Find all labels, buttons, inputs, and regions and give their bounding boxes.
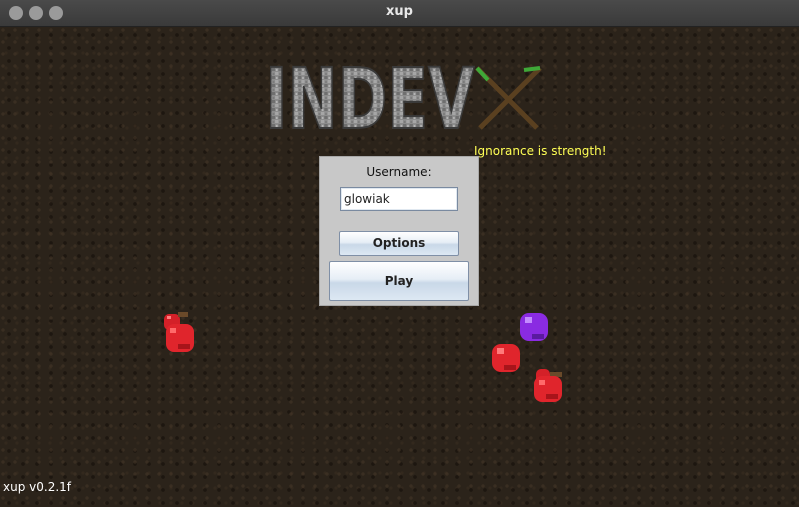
red-gem-icon bbox=[492, 344, 520, 372]
options-button[interactable]: Options bbox=[339, 231, 459, 256]
username-label: Username: bbox=[366, 165, 432, 179]
window-title: xup bbox=[386, 4, 413, 19]
purple-gem-icon bbox=[520, 313, 548, 341]
splash-tagline: Ignorance is strength! bbox=[474, 144, 607, 158]
play-button[interactable]: Play bbox=[329, 261, 469, 301]
title-bar[interactable]: xup bbox=[0, 0, 799, 27]
version-label: xup v0.2.1f bbox=[3, 480, 71, 494]
apple-icon bbox=[534, 369, 562, 402]
indev-logo: INDEV bbox=[264, 56, 542, 136]
game-window: xup INDEV Ignorance is strength! Usernam… bbox=[0, 0, 799, 507]
apple-icon bbox=[164, 312, 194, 352]
login-panel: Username: Options Play bbox=[319, 156, 479, 306]
username-input[interactable] bbox=[340, 187, 458, 211]
crossed-sticks-icon bbox=[475, 66, 542, 130]
logo-text: INDEV bbox=[265, 56, 475, 136]
